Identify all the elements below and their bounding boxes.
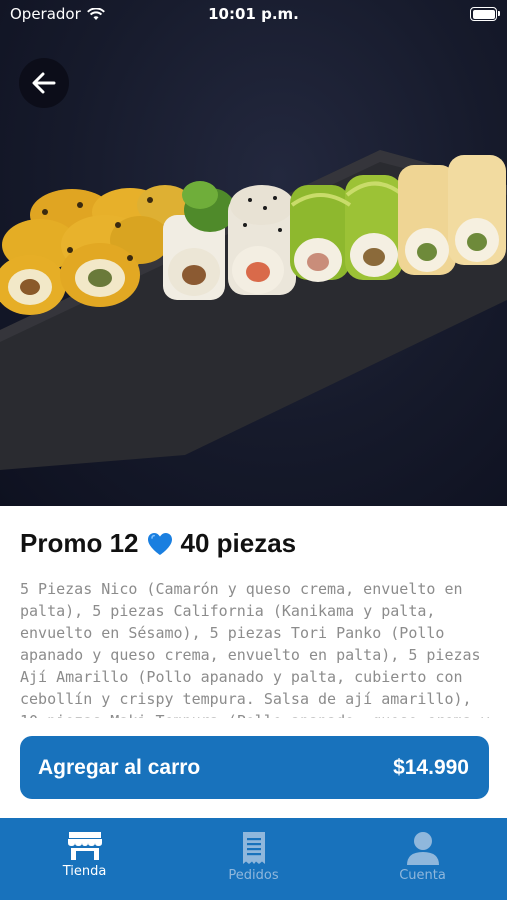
arrow-left-icon xyxy=(32,72,56,94)
tab-tienda-label: Tienda xyxy=(62,864,107,879)
status-time: 10:01 p.m. xyxy=(208,5,299,23)
tab-tienda[interactable]: Tienda xyxy=(0,818,169,900)
tab-cuenta-label: Cuenta xyxy=(399,868,446,883)
tab-cuenta[interactable]: Cuenta xyxy=(338,818,507,900)
add-to-cart-button[interactable]: Agregar al carro $14.990 xyxy=(20,736,489,799)
sushi-photo xyxy=(0,150,507,470)
status-bar: Operador 10:01 p.m. xyxy=(0,0,507,28)
store-icon xyxy=(67,832,102,860)
blue-heart-icon xyxy=(147,532,172,555)
tab-pedidos[interactable]: Pedidos xyxy=(169,818,338,900)
user-icon xyxy=(406,832,439,865)
product-image xyxy=(0,0,507,506)
receipt-icon xyxy=(242,832,265,864)
add-to-cart-label: Agregar al carro xyxy=(38,755,201,779)
product-title-part1: Promo 12 xyxy=(20,528,139,558)
product-price: $14.990 xyxy=(393,755,469,779)
battery-icon xyxy=(470,7,500,21)
product-title-part2: 40 piezas xyxy=(180,528,297,558)
product-description: 5 Piezas Nico (Camarón y queso crema, en… xyxy=(20,580,490,718)
tab-bar: Tienda Pedidos Cuenta xyxy=(0,818,507,900)
product-title: Promo 12 40 piezas xyxy=(20,528,490,559)
tab-pedidos-label: Pedidos xyxy=(228,868,279,883)
back-button[interactable] xyxy=(19,58,69,108)
